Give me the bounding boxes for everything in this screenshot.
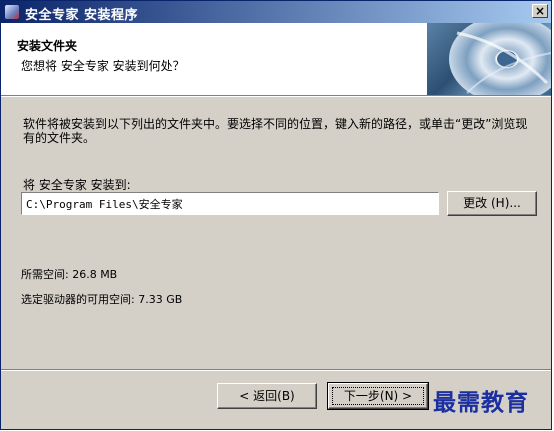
installer-window: 安全专家 安装程序 × 安装文件夹 您想将 安全专家 安装到何处？ 软件将被安装… (0, 0, 552, 430)
install-description: 软件将被安装到以下列出的文件夹中。要选择不同的位置，键入新的路径，或单击“更改”… (23, 117, 528, 145)
back-button[interactable]: < 返回(B) (217, 383, 317, 409)
close-button[interactable]: × (532, 4, 548, 18)
next-button[interactable]: 下一步(N) > (327, 382, 429, 410)
watermark-logo: 最需教育 (433, 389, 529, 416)
header-subtitle: 您想将 安全专家 安装到何处？ (21, 59, 185, 73)
header-divider (1, 95, 551, 97)
footer-divider (1, 369, 551, 371)
change-button[interactable]: 更改 (H)... (447, 191, 537, 216)
folder-label: 将 安全专家 安装到: (23, 178, 131, 192)
space-available: 选定驱动器的可用空间: 7.33 GB (21, 293, 183, 306)
cd-disc-graphic (427, 23, 551, 95)
window-title: 安全专家 安装程序 (25, 8, 139, 23)
header-title: 安装文件夹 (17, 39, 78, 53)
title-bar[interactable]: 安全专家 安装程序 × (1, 1, 551, 23)
focus-rectangle (332, 387, 424, 405)
installer-icon (5, 5, 19, 19)
header-panel: 安装文件夹 您想将 安全专家 安装到何处？ (1, 23, 551, 95)
space-required: 所需空间: 26.8 MB (21, 268, 118, 281)
install-path-input[interactable] (21, 192, 439, 215)
